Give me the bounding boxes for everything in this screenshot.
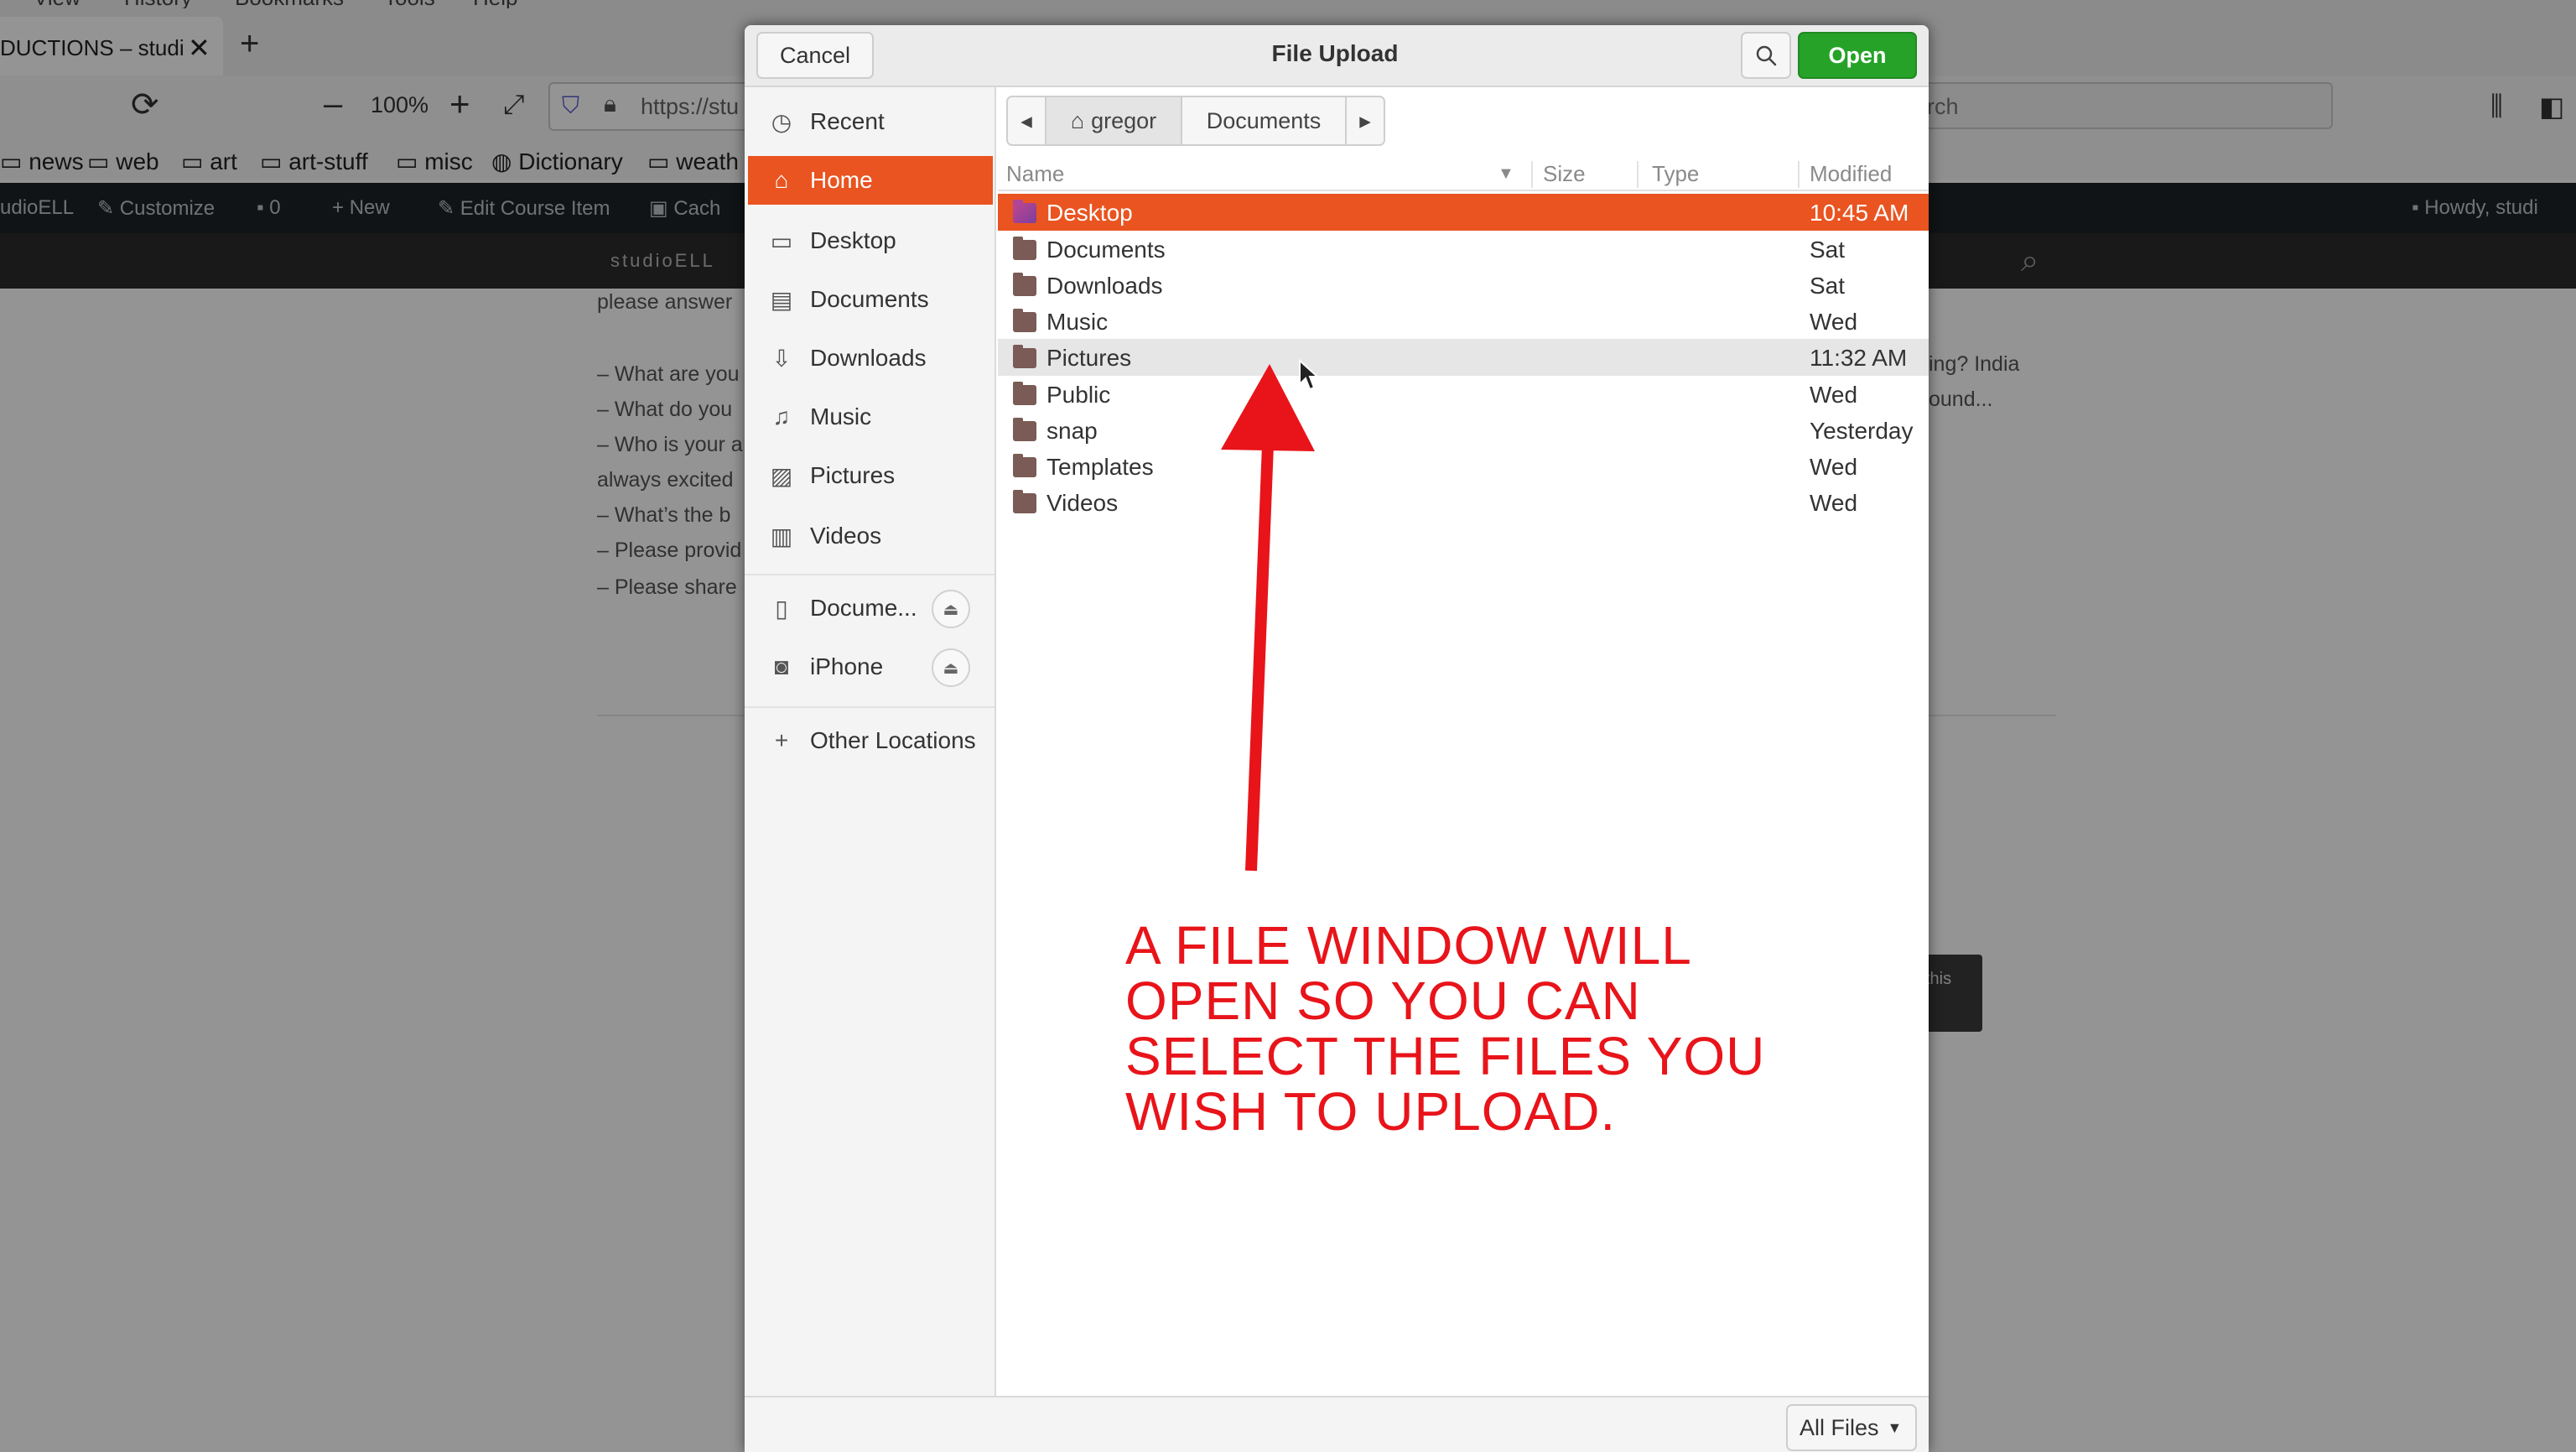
file-filter-dropdown[interactable]: All Files ▼: [1786, 1404, 1917, 1451]
file-modified: Sat: [1810, 237, 1846, 263]
download-icon: ⇩: [771, 345, 792, 372]
folder-icon: [1013, 454, 1036, 477]
annotation-line: OPEN SO YOU CAN: [1125, 971, 1641, 1031]
home-icon: ⌂: [774, 167, 789, 193]
home-icon: ⌂: [1070, 107, 1085, 133]
file-name: Videos: [1046, 490, 1119, 516]
search-button[interactable]: [1741, 32, 1791, 79]
path-back-button[interactable]: ◂: [1006, 96, 1046, 146]
eject-icon[interactable]: ⏏: [932, 590, 970, 628]
file-modified: Wed: [1810, 454, 1858, 480]
film-icon: ▥: [770, 523, 793, 549]
file-name: Pictures: [1046, 345, 1132, 371]
folder-icon: [1013, 200, 1036, 223]
column-size[interactable]: Size: [1543, 161, 1586, 187]
file-name: Templates: [1046, 454, 1154, 480]
annotation-line: A FILE WINDOW WILL: [1125, 915, 1692, 976]
file-modified: Yesterday: [1810, 418, 1914, 444]
file-name: Documents: [1046, 237, 1166, 263]
sidebar-divider: [745, 706, 995, 708]
phone-icon: ▯: [775, 595, 788, 622]
eject-icon[interactable]: ⏏: [932, 648, 970, 687]
annotation-arrow: [1221, 364, 1315, 872]
file-modified: Sat: [1810, 273, 1846, 299]
plus-icon: +: [774, 727, 789, 753]
sidebar-item-recent[interactable]: ◷ Recent: [748, 97, 993, 146]
file-row-videos[interactable]: [998, 484, 1929, 521]
chevron-left-icon: ◂: [1021, 107, 1032, 133]
folder-icon: [1013, 382, 1036, 405]
path-forward-button[interactable]: ▸: [1345, 96, 1385, 146]
file-row-music[interactable]: [998, 303, 1929, 340]
music-icon: ♫: [772, 403, 791, 429]
open-button[interactable]: Open: [1798, 32, 1917, 79]
file-row-snap[interactable]: [998, 412, 1929, 449]
file-modified: 10:45 AM: [1810, 200, 1909, 226]
column-divider: [1637, 161, 1639, 188]
dialog-title: File Upload: [1271, 40, 1399, 66]
sidebar-item-pictures[interactable]: ▨ Pictures: [748, 451, 993, 500]
sidebar-divider: [745, 574, 995, 575]
sort-arrow-icon[interactable]: ▼: [1498, 164, 1514, 184]
column-divider: [1798, 161, 1800, 188]
file-row-pictures[interactable]: [998, 339, 1929, 376]
desktop-icon: ▭: [770, 227, 793, 254]
file-name: Music: [1046, 309, 1109, 335]
sidebar-item-documents[interactable]: ▤ Documents: [748, 275, 993, 324]
annotation-line: WISH TO UPLOAD.: [1125, 1081, 1617, 1142]
folder-icon: [1013, 418, 1036, 441]
document-icon: ▤: [770, 286, 793, 313]
folder-icon: [1013, 309, 1036, 332]
mouse-cursor-icon: [1299, 359, 1318, 391]
chevron-down-icon: ▼: [1887, 1418, 1903, 1436]
annotation-text: A FILE WINDOW WILL OPEN SO YOU CAN SELEC…: [1125, 918, 1796, 1139]
file-modified: 11:32 AM: [1810, 345, 1908, 371]
file-modified: Wed: [1810, 309, 1858, 335]
file-name: Desktop: [1046, 200, 1133, 226]
file-name: Public: [1046, 382, 1111, 408]
chevron-right-icon: ▸: [1359, 107, 1371, 133]
path-home-button[interactable]: ⌂ gregor: [1045, 96, 1182, 146]
column-divider: [1531, 161, 1533, 188]
dialog-footer: [745, 1396, 1929, 1452]
file-name: snap: [1046, 418, 1098, 444]
cancel-button[interactable]: Cancel: [756, 32, 874, 79]
picture-icon: ▨: [770, 462, 793, 489]
folder-icon: [1013, 345, 1036, 368]
sidebar-item-desktop[interactable]: ▭ Desktop: [748, 216, 993, 265]
column-modified[interactable]: Modified: [1810, 161, 1892, 187]
file-name: Downloads: [1046, 273, 1163, 299]
clock-icon: ◷: [771, 108, 792, 135]
file-modified: Wed: [1810, 382, 1858, 408]
file-list-header: [998, 156, 1929, 191]
folder-icon: [1013, 490, 1036, 513]
annotation-line: SELECT THE FILES YOU: [1125, 1026, 1766, 1086]
sidebar-item-other-locations[interactable]: + Other Locations: [748, 716, 993, 765]
file-row-desktop[interactable]: [998, 194, 1929, 231]
file-modified: Wed: [1810, 490, 1858, 516]
path-documents-button[interactable]: Documents: [1181, 96, 1347, 146]
camera-icon: ◙: [774, 653, 789, 679]
column-type[interactable]: Type: [1652, 161, 1699, 187]
search-icon: [1756, 45, 1777, 66]
folder-icon: [1013, 273, 1036, 296]
sidebar-item-home[interactable]: ⌂ Home: [748, 156, 993, 205]
sidebar-item-downloads[interactable]: ⇩ Downloads: [748, 334, 993, 383]
folder-icon: [1013, 237, 1036, 260]
column-name[interactable]: Name: [1006, 161, 1064, 187]
file-row-public[interactable]: [998, 376, 1929, 413]
sidebar-item-videos[interactable]: ▥ Videos: [748, 512, 993, 560]
sidebar-item-music[interactable]: ♫ Music: [748, 393, 993, 441]
